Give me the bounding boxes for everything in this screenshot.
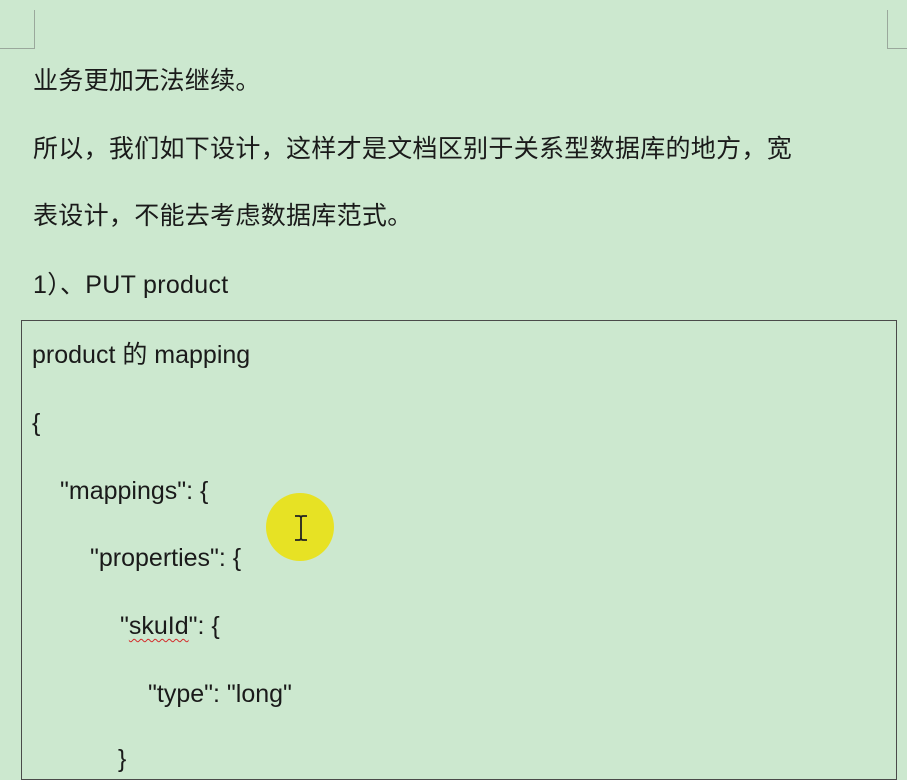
- code-line-skuid[interactable]: "skuId": {: [120, 611, 220, 641]
- code-line[interactable]: "type": "long": [148, 679, 292, 709]
- paragraph-1[interactable]: 业务更加无法继续。: [33, 66, 261, 96]
- step-heading[interactable]: 1）、PUT product: [33, 270, 228, 300]
- code-token: ": [120, 612, 129, 640]
- text-ibeam-cursor-icon: [295, 515, 307, 541]
- code-line[interactable]: {: [32, 408, 40, 438]
- spellcheck-flagged-word[interactable]: skuId: [129, 612, 189, 640]
- code-line[interactable]: "properties": {: [90, 543, 241, 573]
- document-page: 业务更加无法继续。 所以，我们如下设计，这样才是文档区别于关系型数据库的地方，宽…: [0, 0, 907, 780]
- page-margin-corner-top-left: [0, 10, 35, 49]
- code-line[interactable]: "mappings": {: [60, 476, 208, 506]
- paragraph-2[interactable]: 所以，我们如下设计，这样才是文档区别于关系型数据库的地方，宽: [33, 134, 792, 164]
- code-token: ": {: [188, 612, 220, 640]
- code-line[interactable]: }: [118, 744, 126, 774]
- code-block-title[interactable]: product 的 mapping: [32, 340, 250, 370]
- paragraph-3[interactable]: 表设计，不能去考虑数据库范式。: [33, 201, 413, 231]
- page-margin-corner-top-right: [887, 10, 907, 49]
